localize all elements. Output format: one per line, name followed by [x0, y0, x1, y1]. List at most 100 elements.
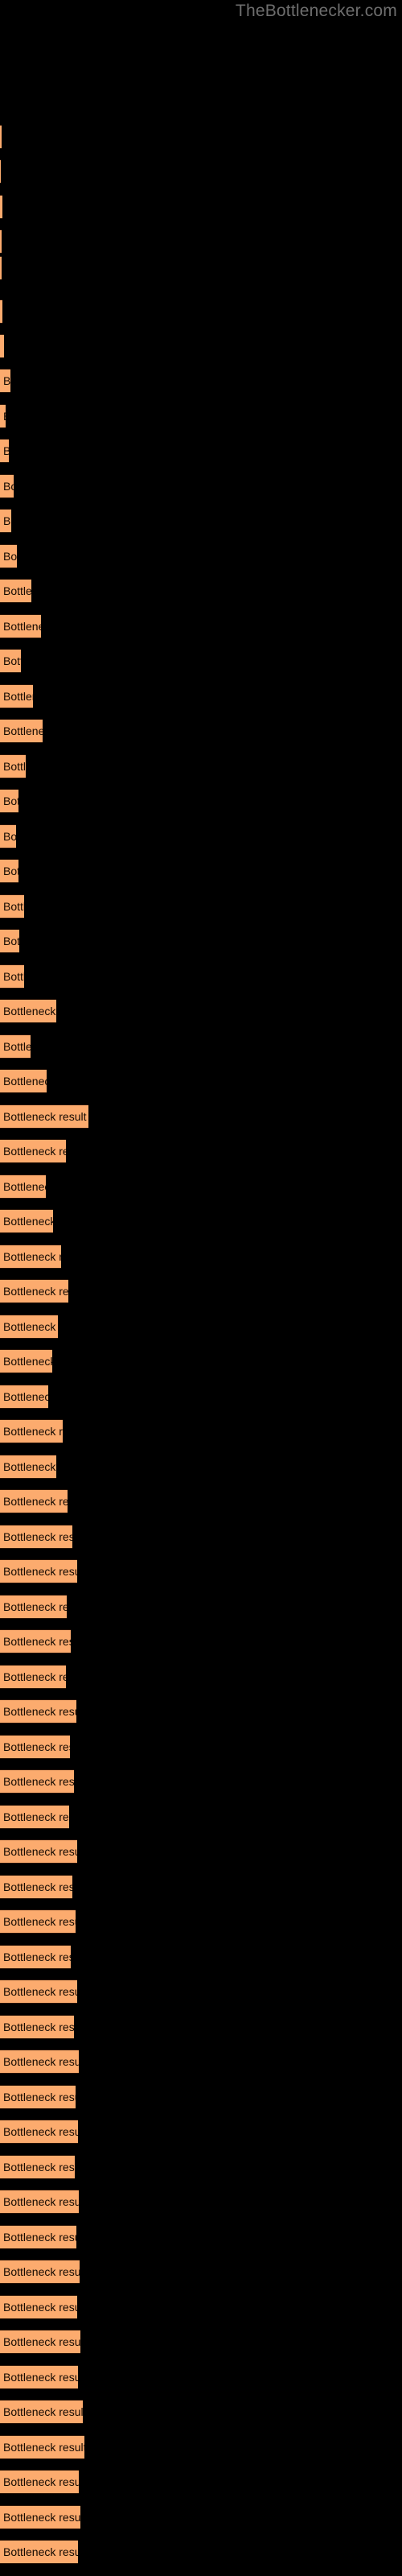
bar: Bottleneck result	[0, 404, 6, 428]
bar-clip: Bottleneck result	[0, 1385, 48, 1409]
bar-row: Bottleneck result	[0, 1805, 69, 1829]
bar-label: Bottleneck result	[3, 795, 18, 807]
bar-clip: Bottleneck result	[0, 684, 33, 708]
bar: Bottleneck result	[0, 1139, 66, 1163]
bar: Bottleneck result	[0, 1909, 76, 1934]
bar-clip: Bottleneck result	[0, 229, 2, 254]
bar-row: Bottleneck result	[0, 1699, 76, 1724]
bar: Bottleneck result	[0, 1875, 72, 1899]
bar-clip: Bottleneck result	[0, 334, 4, 358]
bar: Bottleneck result	[0, 2120, 78, 2144]
bar: Bottleneck result	[0, 614, 41, 638]
bar-label: Bottleneck result	[3, 1530, 72, 1543]
bar-row: Bottleneck result	[0, 894, 24, 919]
bar-row: Bottleneck result	[0, 1279, 68, 1303]
bar: Bottleneck result	[0, 859, 18, 883]
bar-label: Bottleneck result	[3, 2195, 79, 2208]
bar-label: Bottleneck result	[3, 444, 9, 457]
bar-row: Bottleneck result	[0, 195, 2, 219]
bar-clip: Bottleneck result	[0, 1665, 66, 1689]
bar-label: Bottleneck result	[3, 1951, 71, 1963]
bar-row: Bottleneck result	[0, 1525, 72, 1549]
bar-row: Bottleneck result	[0, 1945, 71, 1969]
bottleneck-bar-chart: TheBottlenecker.com Bottleneck resultBot…	[0, 0, 402, 2576]
bar-clip: Bottleneck result	[0, 789, 18, 813]
bar-label: Bottleneck result	[3, 760, 26, 773]
bar-row: Bottleneck result	[0, 2365, 78, 2389]
bar-label: Bottleneck result	[3, 900, 24, 913]
bar-row: Bottleneck result	[0, 2155, 75, 2179]
bar-row: Bottleneck result	[0, 2015, 74, 2039]
bar-clip: Bottleneck result	[0, 159, 1, 184]
bar: Bottleneck result	[0, 1349, 52, 1373]
bar-row: Bottleneck result	[0, 1595, 67, 1619]
bar: Bottleneck result	[0, 2015, 74, 2039]
bar-label: Bottleneck result	[3, 1355, 52, 1368]
bar-label: Bottleneck result	[3, 2301, 77, 2314]
bar-row: Bottleneck result	[0, 1909, 76, 1934]
bar-clip: Bottleneck result	[0, 1559, 77, 1583]
bar: Bottleneck result	[0, 1629, 71, 1653]
bar-row: Bottleneck result	[0, 1419, 63, 1443]
bar-row: Bottleneck result	[0, 1209, 53, 1233]
bar-clip: Bottleneck result	[0, 544, 17, 568]
bar-label: Bottleneck result	[3, 1985, 77, 1998]
bar-label: Bottleneck result	[3, 724, 43, 737]
bar: Bottleneck result	[0, 579, 31, 603]
bar: Bottleneck result	[0, 2260, 80, 2284]
bar-clip: Bottleneck result	[0, 1875, 72, 1899]
bar-row: Bottleneck result	[0, 2120, 78, 2144]
bar: Bottleneck result	[0, 1945, 71, 1969]
bar-label: Bottleneck result	[3, 2021, 74, 2033]
bar-label: Bottleneck result	[3, 2265, 80, 2278]
bar: Bottleneck result	[0, 2435, 84, 2459]
bar-row: Bottleneck result	[0, 1349, 52, 1373]
bar-row: Bottleneck result	[0, 719, 43, 743]
bar-label: Bottleneck result	[3, 1460, 56, 1473]
bar: Bottleneck result	[0, 1245, 61, 1269]
bar-label: Bottleneck result	[3, 584, 31, 597]
bar: Bottleneck result	[0, 1455, 56, 1479]
bar-label: Bottleneck result	[3, 1040, 31, 1053]
bar: Bottleneck result	[0, 1209, 53, 1233]
bar: Bottleneck result	[0, 334, 4, 358]
bar: Bottleneck result	[0, 229, 2, 254]
bar-row: Bottleneck result	[0, 964, 24, 989]
bar: Bottleneck result	[0, 369, 10, 393]
bar-row: Bottleneck result	[0, 1139, 66, 1163]
bar-clip: Bottleneck result	[0, 614, 41, 638]
bar-row: Bottleneck result	[0, 789, 18, 813]
bar-label: Bottleneck result	[3, 2161, 75, 2174]
bar-row: Bottleneck result	[0, 125, 2, 149]
bar-clip: Bottleneck result	[0, 859, 18, 883]
bar-clip: Bottleneck result	[0, 1419, 63, 1443]
bar-row: Bottleneck result	[0, 1839, 77, 1864]
bar-row: Bottleneck result	[0, 579, 31, 603]
bar-row: Bottleneck result	[0, 2470, 79, 2494]
bar-label: Bottleneck result	[3, 935, 19, 947]
bar: Bottleneck result	[0, 649, 21, 673]
bar-clip: Bottleneck result	[0, 2400, 83, 2424]
bar-label: Bottleneck result	[3, 2405, 83, 2418]
bar: Bottleneck result	[0, 1769, 74, 1794]
bar-label: Bottleneck result	[3, 410, 6, 423]
bar: Bottleneck result	[0, 1839, 77, 1864]
bar: Bottleneck result	[0, 894, 24, 919]
bar: Bottleneck result	[0, 1665, 66, 1689]
bar-row: Bottleneck result	[0, 1104, 88, 1129]
bar-clip: Bottleneck result	[0, 1279, 68, 1303]
bar-clip: Bottleneck result	[0, 2260, 80, 2284]
bar: Bottleneck result	[0, 1279, 68, 1303]
bar-label: Bottleneck result	[3, 1005, 56, 1018]
bar-row: Bottleneck result	[0, 684, 33, 708]
bar-label: Bottleneck result	[3, 340, 4, 353]
bar-clip: Bottleneck result	[0, 1629, 71, 1653]
bar-label: Bottleneck result	[3, 1775, 74, 1788]
bar-label: Bottleneck result	[3, 1600, 67, 1613]
bar-label: Bottleneck result	[3, 550, 17, 563]
bar-clip: Bottleneck result	[0, 964, 24, 989]
bar-row: Bottleneck result	[0, 1245, 61, 1269]
bar: Bottleneck result	[0, 1315, 58, 1339]
bar-clip: Bottleneck result	[0, 1525, 72, 1549]
bar-row: Bottleneck result	[0, 2505, 80, 2529]
